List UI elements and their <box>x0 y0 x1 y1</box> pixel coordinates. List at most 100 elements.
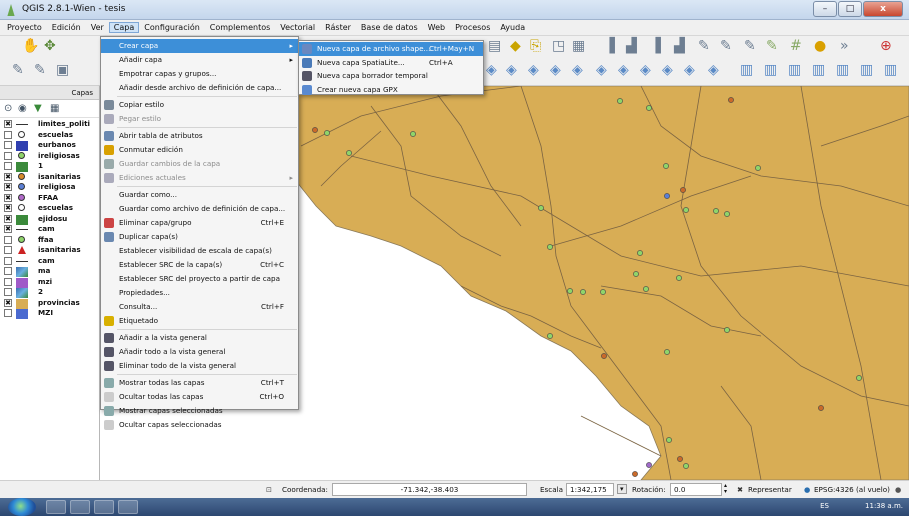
capa-menu-item[interactable]: Duplicar capa(s) <box>101 230 298 244</box>
capa-menu-item[interactable]: Mostrar capas seleccionadas <box>101 404 298 418</box>
menu-base-de-datos[interactable]: Base de datos <box>356 22 423 33</box>
annotation-icon[interactable]: ⎘ <box>530 38 541 55</box>
capa-menu-item[interactable]: Crear capa ▸ <box>101 39 298 53</box>
crs-globe-icon[interactable]: ● <box>804 485 810 494</box>
capa-menu-item[interactable]: Añadir desde archivo de definición de ca… <box>101 81 298 95</box>
label-tool-icon[interactable]: ✎ <box>698 38 710 55</box>
chart3-icon[interactable]: ▐ <box>650 38 661 55</box>
layer-visibility-checkbox[interactable]: ✖ <box>4 214 12 223</box>
layer-visibility-checkbox[interactable] <box>4 235 12 244</box>
capa-menu-item[interactable]: Establecer SRC del proyecto a partir de … <box>101 272 298 286</box>
taskbar-app-2[interactable] <box>70 500 90 514</box>
menu-capa[interactable]: Capa <box>108 22 140 33</box>
capa-menu-item[interactable]: Añadir todo a la vista general <box>101 345 298 359</box>
maximize-button[interactable]: □ <box>838 1 862 17</box>
layer-item[interactable]: ✖ cam <box>0 224 100 235</box>
more-tools-icon[interactable]: » <box>840 38 849 55</box>
layer-visibility-checkbox[interactable] <box>4 151 12 160</box>
digitize2-icon[interactable]: ◈ <box>506 62 517 79</box>
capa-menu-item[interactable]: Establecer SRC de la capa(s) Ctrl+C <box>101 258 298 272</box>
digitize11-icon[interactable]: ◈ <box>708 62 719 79</box>
menu-ráster[interactable]: Ráster <box>320 22 356 33</box>
layer-item[interactable]: cam <box>0 256 100 267</box>
layer-item[interactable]: ✖ FFAA <box>0 193 100 204</box>
label-rotate-icon[interactable]: ✎ <box>766 38 778 55</box>
digitize10-icon[interactable]: ◈ <box>684 62 695 79</box>
start-button[interactable] <box>8 498 36 516</box>
digitize1-icon[interactable]: ◈ <box>486 62 497 79</box>
render-check-icon[interactable]: ✖ <box>737 485 743 494</box>
minimize-button[interactable]: – <box>813 1 837 17</box>
coordinate-toggle-icon[interactable]: ⊡ <box>266 485 272 494</box>
scale-dropdown-icon[interactable]: ▾ <box>617 484 627 494</box>
capa-menu-item[interactable]: Añadir capa ▸ <box>101 53 298 67</box>
layer-visibility-checkbox[interactable]: ✖ <box>4 298 12 307</box>
expand-icon[interactable]: ▦ <box>50 103 59 114</box>
capa-menu-item[interactable]: Ocultar capas seleccionadas <box>101 418 298 432</box>
digitize8-icon[interactable]: ◈ <box>640 62 651 79</box>
digitize9-icon[interactable]: ◈ <box>662 62 673 79</box>
grid-icon[interactable]: # <box>790 38 802 55</box>
chart-icon[interactable]: ▐ <box>604 38 615 55</box>
layer-item[interactable]: escuelas <box>0 130 100 141</box>
digitize3-icon[interactable]: ◈ <box>528 62 539 79</box>
label-move-icon[interactable]: ✎ <box>744 38 756 55</box>
layer-item[interactable]: ✖ escuelas <box>0 203 100 214</box>
capa-menu-item[interactable]: Conmutar edición <box>101 143 298 157</box>
table-tool-icon[interactable]: ▤ <box>488 38 501 55</box>
capa-menu-item[interactable]: Etiquetado <box>101 314 298 328</box>
digitize16-icon[interactable]: ▥ <box>836 62 849 79</box>
layer-item[interactable]: ma <box>0 266 100 277</box>
crear-submenu-item[interactable]: Nueva capa borrador temporal <box>299 69 483 83</box>
digitize14-icon[interactable]: ▥ <box>788 62 801 79</box>
digitize15-icon[interactable]: ▥ <box>812 62 825 79</box>
menu-procesos[interactable]: Procesos <box>450 22 495 33</box>
close-button[interactable]: x <box>863 1 903 17</box>
taskbar-app-1[interactable] <box>46 500 66 514</box>
layer-item[interactable]: ✖ limites_politi <box>0 119 100 130</box>
layer-item[interactable]: ✖ isanitarias <box>0 172 100 183</box>
capa-menu-item[interactable]: Añadir a la vista general <box>101 331 298 345</box>
add-group-icon[interactable]: ⊙ <box>4 103 12 114</box>
capa-menu-item[interactable]: Guardar como archivo de definición de ca… <box>101 202 298 216</box>
crear-submenu-item[interactable]: Crear nueva capa GPX <box>299 83 483 97</box>
pin-label-icon[interactable]: ✎ <box>720 38 732 55</box>
digitize12-icon[interactable]: ▥ <box>740 62 753 79</box>
plugin-icon[interactable]: ● <box>814 38 826 55</box>
capa-menu-item[interactable]: Propiedades... <box>101 286 298 300</box>
crs-label[interactable]: EPSG:4326 (al vuelo) <box>814 485 890 494</box>
pan-icon[interactable]: ✋ <box>22 38 39 55</box>
layer-visibility-checkbox[interactable] <box>4 309 12 317</box>
form-annotation-icon[interactable]: ▦ <box>572 38 585 55</box>
messages-icon[interactable]: ● <box>895 485 901 494</box>
digitize5-icon[interactable]: ◈ <box>572 62 583 79</box>
layer-item[interactable]: ✖ provincias <box>0 298 100 309</box>
layer-visibility-checkbox[interactable]: ✖ <box>4 193 12 202</box>
coordinate-field[interactable]: -71.342,-38.403 <box>332 483 527 496</box>
capa-menu-item[interactable]: Eliminar capa/grupo Ctrl+E <box>101 216 298 230</box>
scale-field[interactable]: 1:342,175 <box>566 483 614 496</box>
crosshair-icon[interactable]: ⊕ <box>880 38 892 55</box>
menu-ver[interactable]: Ver <box>86 22 109 33</box>
layer-item[interactable]: 1 <box>0 161 100 172</box>
edit-pencil2-icon[interactable]: ✎ <box>34 62 46 79</box>
crear-submenu-item[interactable]: Nueva capa de archivo shape... Ctrl+May+N <box>299 42 483 56</box>
tooltip-icon[interactable]: ◆ <box>510 38 521 55</box>
layer-visibility-checkbox[interactable] <box>4 130 12 139</box>
digitize7-icon[interactable]: ◈ <box>618 62 629 79</box>
capa-menu-item[interactable]: Ocultar todas las capas Ctrl+O <box>101 390 298 404</box>
layer-visibility-checkbox[interactable]: ✖ <box>4 120 12 128</box>
text-annotation-icon[interactable]: ◳ <box>552 38 565 55</box>
menu-configuración[interactable]: Configuración <box>139 22 205 33</box>
digitize18-icon[interactable]: ▥ <box>884 62 897 79</box>
digitize17-icon[interactable]: ▥ <box>860 62 873 79</box>
layer-visibility-checkbox[interactable] <box>4 246 12 254</box>
digitize4-icon[interactable]: ◈ <box>550 62 561 79</box>
chart2-icon[interactable]: ▟ <box>626 38 637 55</box>
capa-menu-item[interactable]: Establecer visibilidad de escala de capa… <box>101 244 298 258</box>
layer-visibility-checkbox[interactable]: ✖ <box>4 183 12 191</box>
layer-item[interactable]: ireligiosas <box>0 151 100 162</box>
layer-visibility-checkbox[interactable] <box>4 288 12 296</box>
layer-visibility-checkbox[interactable] <box>4 277 12 286</box>
language-indicator[interactable]: ES <box>820 502 829 510</box>
